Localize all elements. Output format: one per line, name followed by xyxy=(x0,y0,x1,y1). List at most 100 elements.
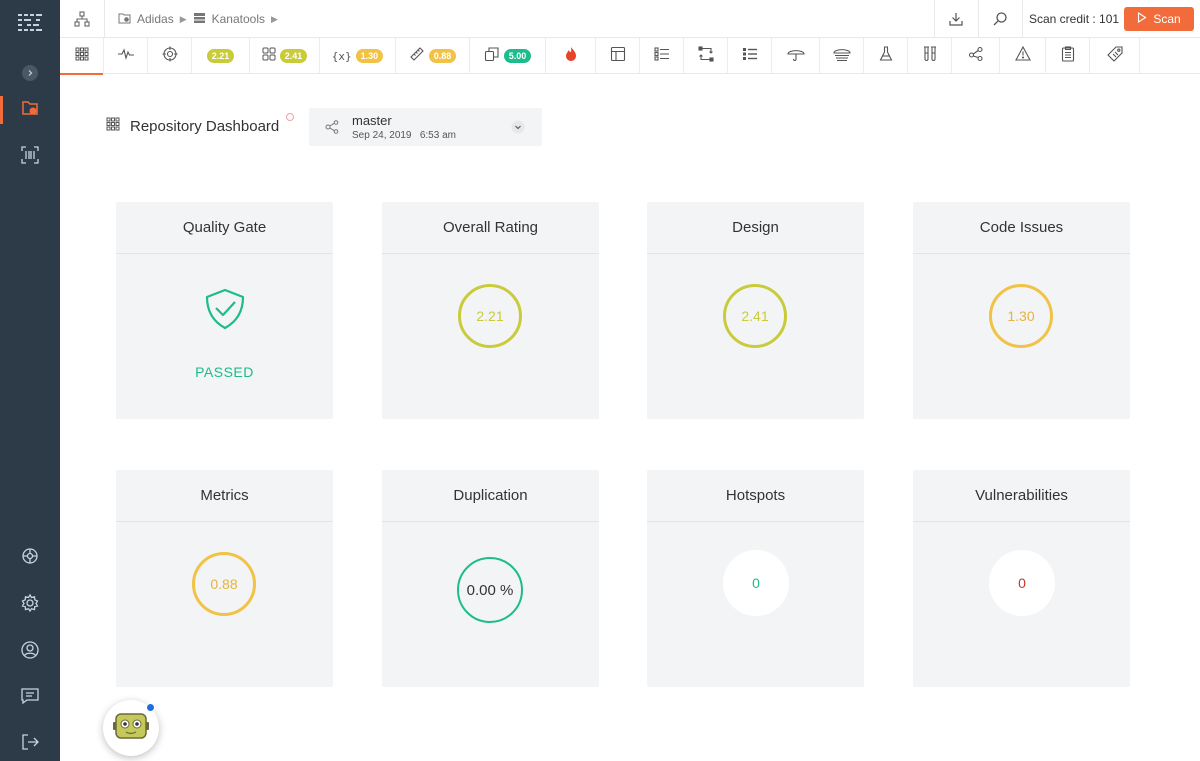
breadcrumb-separator-icon: ▶ xyxy=(179,13,187,24)
breadcrumb-separator-icon: ▶ xyxy=(271,13,278,24)
tab-dashboard[interactable] xyxy=(60,38,104,75)
checklist-icon xyxy=(742,47,758,66)
branch-selector[interactable]: master Sep 24, 2019 6:53 am xyxy=(309,108,542,146)
card-hotspots[interactable]: Hotspots 0 xyxy=(647,470,864,687)
design-value: 2.41 xyxy=(723,284,787,348)
dashboard-grid-icon xyxy=(106,117,120,135)
card-title: Quality Gate xyxy=(116,202,333,254)
folder-icon xyxy=(118,12,131,27)
hotspots-value: 0 xyxy=(723,550,789,616)
scan-label: Scan xyxy=(1153,12,1181,26)
tab-design[interactable]: 2.41 xyxy=(250,38,320,74)
variable-icon: {x} xyxy=(331,49,352,63)
hierarchy-icon[interactable] xyxy=(60,0,104,38)
tab-layout[interactable] xyxy=(596,38,640,74)
page-title: Repository Dashboard xyxy=(106,116,279,136)
expand-chevron-icon[interactable] xyxy=(22,65,38,81)
card-vulnerabilities[interactable]: Vulnerabilities 0 xyxy=(913,470,1130,687)
card-metrics[interactable]: Metrics 0.88 xyxy=(116,470,333,687)
clipboard-icon xyxy=(1061,45,1075,67)
card-code-issues[interactable]: Code Issues 1.30 xyxy=(913,202,1130,419)
card-title: Vulnerabilities xyxy=(913,470,1130,522)
pulse-icon xyxy=(117,47,135,65)
target-icon xyxy=(162,46,178,67)
tab-clipboard[interactable] xyxy=(1046,38,1090,74)
info-icon[interactable] xyxy=(286,113,294,121)
rail-item-repository[interactable] xyxy=(0,92,60,128)
chevron-down-icon xyxy=(511,120,525,134)
search-icon[interactable] xyxy=(978,0,1022,38)
tab-metrics[interactable]: 0.88 xyxy=(396,38,470,74)
tab-bar: 2.21 2.41 {x} 1.30 0.88 5.00 xyxy=(60,38,1200,75)
page-title-text: Repository Dashboard xyxy=(130,117,280,135)
duplication-value: 0.00 % xyxy=(457,557,523,623)
layout-icon xyxy=(610,46,626,67)
overall-rating-value: 2.21 xyxy=(458,284,522,348)
card-title: Metrics xyxy=(116,470,333,522)
branch-icon xyxy=(325,120,339,139)
rail-item-user[interactable] xyxy=(0,634,60,670)
app-logo-icon[interactable] xyxy=(0,0,60,46)
repo-icon xyxy=(193,12,206,27)
shield-check-icon xyxy=(203,288,247,335)
integrations-icon xyxy=(20,546,40,571)
ruler-icon xyxy=(409,46,425,67)
logout-icon xyxy=(20,732,40,757)
tab-target[interactable] xyxy=(148,38,192,74)
rail-item-chat[interactable] xyxy=(0,680,60,716)
left-rail xyxy=(0,0,60,761)
card-title: Duplication xyxy=(382,470,599,522)
rail-item-settings[interactable] xyxy=(0,587,60,623)
fire-icon xyxy=(564,46,578,67)
warning-icon xyxy=(1014,45,1031,66)
layers-icon xyxy=(832,46,851,67)
top-header: Adidas ▶ Kanatools ▶ Scan credit : 101 S… xyxy=(60,0,1200,38)
card-overall-rating[interactable]: Overall Rating 2.21 xyxy=(382,202,599,419)
flask-icon xyxy=(879,45,893,67)
tab-share[interactable] xyxy=(952,38,1000,74)
tab-tag[interactable] xyxy=(1090,38,1140,74)
tab-flow[interactable] xyxy=(684,38,728,74)
download-icon[interactable] xyxy=(934,0,978,38)
tag-icon xyxy=(1106,45,1123,67)
code-issues-pill: 1.30 xyxy=(355,49,384,63)
card-title: Hotspots xyxy=(647,470,864,522)
code-issues-value: 1.30 xyxy=(989,284,1053,348)
quality-gate-status: PASSED xyxy=(195,364,254,380)
breadcrumb: Adidas ▶ Kanatools ▶ xyxy=(118,0,278,38)
tab-warning[interactable] xyxy=(1000,38,1046,74)
tab-layers[interactable] xyxy=(820,38,864,74)
card-quality-gate[interactable]: Quality Gate PASSED xyxy=(116,202,333,419)
tab-overall-rating[interactable]: 2.21 xyxy=(192,38,250,74)
card-title: Design xyxy=(647,202,864,254)
tab-umbrella[interactable] xyxy=(772,38,820,74)
scan-credit: Scan credit : 101 xyxy=(1029,12,1120,26)
repository-icon xyxy=(20,98,40,123)
rail-item-barcode[interactable] xyxy=(0,139,60,175)
rail-item-integrations[interactable] xyxy=(0,540,60,576)
components-icon xyxy=(262,47,276,66)
flow-icon xyxy=(697,45,714,67)
play-icon xyxy=(1137,11,1147,26)
robot-icon xyxy=(111,710,151,747)
tab-hotspots[interactable] xyxy=(546,38,596,74)
dashboard-grid-icon xyxy=(75,47,89,66)
card-duplication[interactable]: Duplication 0.00 % xyxy=(382,470,599,687)
branch-date: Sep 24, 2019 6:53 am xyxy=(352,130,456,141)
duplication-pill: 5.00 xyxy=(503,49,532,63)
scan-button[interactable]: Scan xyxy=(1124,7,1194,31)
vulnerabilities-value: 0 xyxy=(989,550,1055,616)
breadcrumb-org[interactable]: Adidas xyxy=(137,12,174,26)
tab-code-issues[interactable]: {x} 1.30 xyxy=(320,38,396,74)
metrics-value: 0.88 xyxy=(192,552,256,616)
tab-checklist[interactable] xyxy=(728,38,772,74)
tab-list[interactable] xyxy=(640,38,684,74)
tab-flask[interactable] xyxy=(864,38,908,74)
breadcrumb-repo[interactable]: Kanatools xyxy=(212,12,265,26)
card-design[interactable]: Design 2.41 xyxy=(647,202,864,419)
tab-pulse[interactable] xyxy=(104,38,148,74)
barcode-icon xyxy=(20,145,40,170)
tab-duplication[interactable]: 5.00 xyxy=(470,38,546,74)
rail-item-logout[interactable] xyxy=(0,726,60,761)
tab-tubes[interactable] xyxy=(908,38,952,74)
